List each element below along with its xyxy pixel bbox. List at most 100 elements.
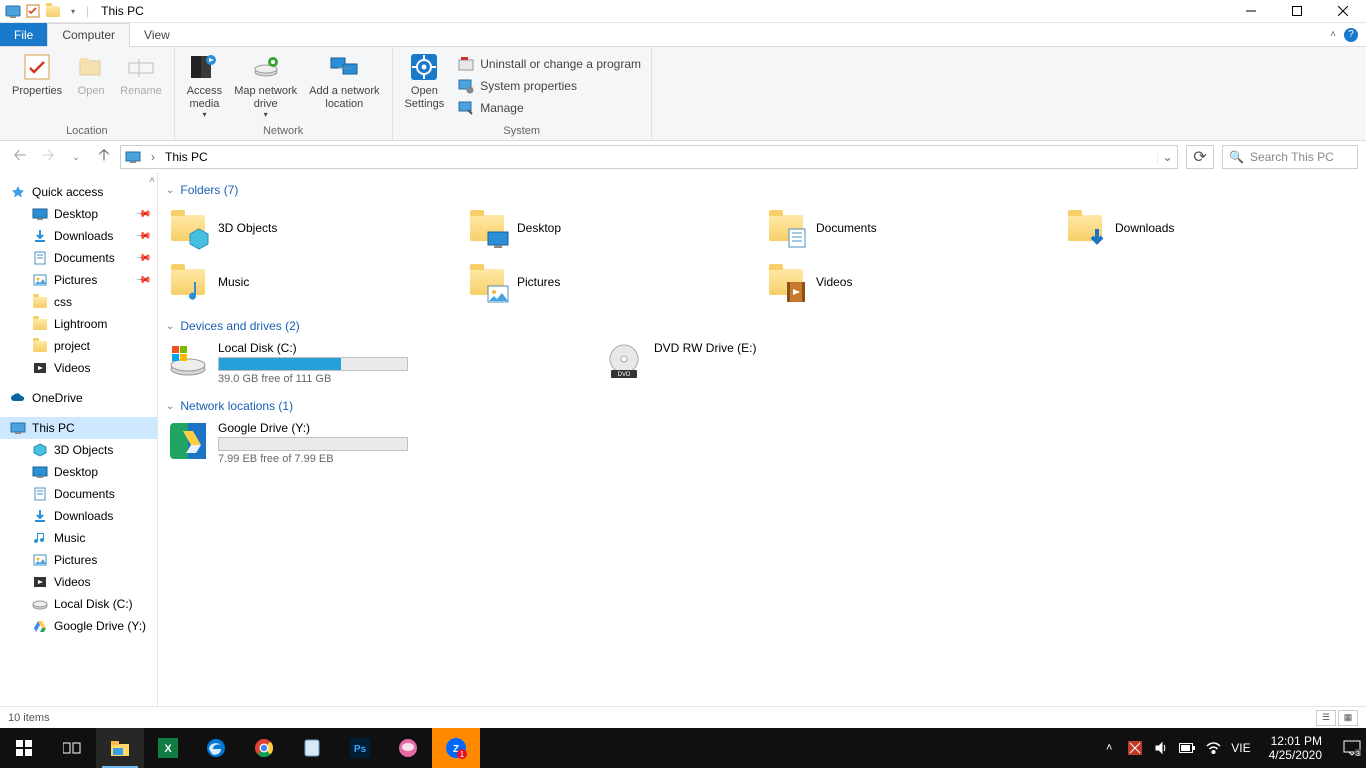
- window-title: This PC: [101, 4, 144, 18]
- sidebar-item-3d-objects[interactable]: 3D Objects: [0, 439, 157, 461]
- refresh-button[interactable]: ⟳: [1186, 145, 1214, 169]
- address-dropdown-icon[interactable]: ⌄: [1157, 150, 1177, 164]
- tab-computer[interactable]: Computer: [47, 23, 130, 47]
- taskbar-edge[interactable]: [192, 728, 240, 768]
- properties-button[interactable]: Properties: [6, 49, 68, 123]
- back-button[interactable]: 🡠: [8, 145, 32, 169]
- chevron-down-icon: ⌄: [166, 185, 174, 196]
- search-icon: 🔍: [1229, 150, 1244, 164]
- system-properties-button[interactable]: System properties: [454, 75, 645, 97]
- maximize-button[interactable]: [1274, 0, 1320, 23]
- app-icon: [4, 2, 22, 20]
- address-bar[interactable]: › This PC ⌄: [120, 145, 1178, 169]
- breadcrumb[interactable]: This PC: [165, 150, 208, 164]
- recent-dropdown[interactable]: ⌄: [64, 145, 88, 169]
- access-media-button[interactable]: Access media▾: [181, 49, 228, 123]
- sidebar-item-onedrive[interactable]: OneDrive: [0, 387, 157, 409]
- sidebar-item-documents[interactable]: Documents📌: [0, 247, 157, 269]
- sidebar-item-downloads[interactable]: Downloads📌: [0, 225, 157, 247]
- folder-icon: [766, 262, 806, 302]
- folder-item-pictures[interactable]: Pictures: [465, 257, 756, 307]
- sidebar-item-downloads[interactable]: Downloads: [0, 505, 157, 527]
- taskbar-photoshop[interactable]: Ps: [336, 728, 384, 768]
- sidebar: ˄ Quick access Desktop📌Downloads📌Documen…: [0, 173, 158, 706]
- drive-item-local-disk-c-[interactable]: Local Disk (C:)39.0 GB free of 111 GB: [166, 339, 586, 387]
- sidebar-item-music[interactable]: Music: [0, 527, 157, 549]
- help-icon[interactable]: ?: [1344, 28, 1358, 42]
- scroll-up-icon[interactable]: ˄: [149, 175, 155, 186]
- qat-dropdown-icon[interactable]: ▾: [64, 2, 82, 20]
- taskbar: X Ps Z1 ˄ VIE 12:01 PM 4/25/2020 3: [0, 728, 1366, 768]
- sidebar-item-videos[interactable]: Videos: [0, 571, 157, 593]
- taskbar-explorer[interactable]: [96, 728, 144, 768]
- sidebar-item-pictures[interactable]: Pictures: [0, 549, 157, 571]
- open-button[interactable]: Open: [68, 49, 114, 123]
- tab-file[interactable]: File: [0, 23, 47, 46]
- sidebar-item-desktop[interactable]: Desktop: [0, 461, 157, 483]
- taskbar-app-pink[interactable]: [384, 728, 432, 768]
- sidebar-item-this-pc[interactable]: This PC: [0, 417, 157, 439]
- taskbar-zalo[interactable]: Z1: [432, 728, 480, 768]
- group-header-drives[interactable]: ⌄ Devices and drives (2): [166, 315, 1354, 339]
- up-button[interactable]: 🡡: [92, 145, 116, 169]
- tray-notifications-icon[interactable]: 3: [1340, 740, 1364, 756]
- sidebar-item-documents[interactable]: Documents: [0, 483, 157, 505]
- qat-properties-icon[interactable]: [24, 2, 42, 20]
- tray-volume-icon[interactable]: [1153, 740, 1169, 756]
- group-header-netloc[interactable]: ⌄ Network locations (1): [166, 395, 1354, 419]
- tray-battery-icon[interactable]: [1179, 740, 1195, 756]
- folder-item-music[interactable]: Music: [166, 257, 457, 307]
- taskbar-chrome[interactable]: [240, 728, 288, 768]
- ribbon-collapse-icon[interactable]: ˄: [1330, 29, 1336, 40]
- group-header-folders[interactable]: ⌄ Folders (7): [166, 179, 1354, 203]
- start-button[interactable]: [0, 728, 48, 768]
- add-network-location-button[interactable]: Add a network location: [303, 49, 385, 123]
- drive-item-google-drive-y-[interactable]: Google Drive (Y:)7.99 EB free of 7.99 EB: [166, 419, 586, 467]
- sidebar-item-project[interactable]: project: [0, 335, 157, 357]
- folder-item-3d-objects[interactable]: 3D Objects: [166, 203, 457, 253]
- forward-button[interactable]: 🡢: [36, 145, 60, 169]
- qat-newfolder-icon[interactable]: [44, 2, 62, 20]
- view-details-button[interactable]: ☰: [1316, 710, 1336, 726]
- folder-item-desktop[interactable]: Desktop: [465, 203, 756, 253]
- tray-clock[interactable]: 12:01 PM 4/25/2020: [1261, 734, 1330, 763]
- manage-button[interactable]: Manage: [454, 97, 645, 119]
- item-icon: [32, 618, 48, 634]
- map-network-drive-button[interactable]: Map network drive▾: [228, 49, 303, 123]
- task-view-button[interactable]: [48, 728, 96, 768]
- svg-text:Ps: Ps: [354, 744, 367, 755]
- crumb-sep-icon[interactable]: ›: [147, 150, 159, 164]
- sidebar-item-quick-access[interactable]: Quick access: [0, 181, 157, 203]
- item-icon: [32, 272, 48, 288]
- sidebar-item-lightroom[interactable]: Lightroom: [0, 313, 157, 335]
- nav-row: 🡠 🡢 ⌄ 🡡 › This PC ⌄ ⟳ 🔍 Search This PC: [0, 141, 1366, 173]
- sidebar-item-pictures[interactable]: Pictures📌: [0, 269, 157, 291]
- folder-icon: [467, 262, 507, 302]
- taskbar-app-notes[interactable]: [288, 728, 336, 768]
- open-settings-button[interactable]: Open Settings: [399, 49, 451, 123]
- search-input[interactable]: 🔍 Search This PC: [1222, 145, 1358, 169]
- drive-item-dvd-rw-drive-e-[interactable]: DVDDVD RW Drive (E:): [602, 339, 1022, 387]
- sidebar-item-local-disk-c-[interactable]: Local Disk (C:): [0, 593, 157, 615]
- content-pane[interactable]: ⌄ Folders (7) 3D ObjectsDesktopDocuments…: [158, 173, 1366, 706]
- item-icon: [32, 360, 48, 376]
- tab-view[interactable]: View: [130, 23, 184, 46]
- sidebar-item-google-drive-y-[interactable]: Google Drive (Y:): [0, 615, 157, 637]
- sidebar-item-css[interactable]: css: [0, 291, 157, 313]
- sidebar-item-desktop[interactable]: Desktop📌: [0, 203, 157, 225]
- folder-item-documents[interactable]: Documents: [764, 203, 1055, 253]
- taskbar-excel[interactable]: X: [144, 728, 192, 768]
- sidebar-item-videos[interactable]: Videos: [0, 357, 157, 379]
- tray-overflow-icon[interactable]: ˄: [1101, 740, 1117, 756]
- close-button[interactable]: [1320, 0, 1366, 23]
- tray-security-icon[interactable]: [1127, 740, 1143, 756]
- minimize-button[interactable]: [1228, 0, 1274, 23]
- tray-wifi-icon[interactable]: [1205, 740, 1221, 756]
- folder-item-videos[interactable]: Videos: [764, 257, 1055, 307]
- view-large-icons-button[interactable]: ▦: [1338, 710, 1358, 726]
- folder-item-downloads[interactable]: Downloads: [1063, 203, 1354, 253]
- ribbon-group-system: System: [393, 123, 652, 140]
- uninstall-program-button[interactable]: Uninstall or change a program: [454, 53, 645, 75]
- tray-language[interactable]: VIE: [1231, 741, 1250, 755]
- rename-button[interactable]: Rename: [114, 49, 168, 123]
